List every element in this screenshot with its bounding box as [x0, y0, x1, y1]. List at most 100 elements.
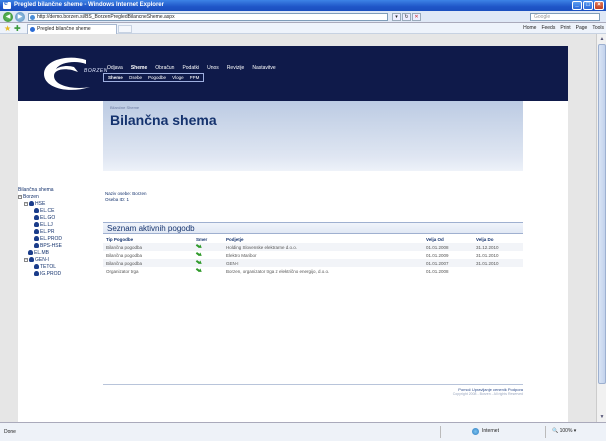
- tree-node[interactable]: EL.CE: [18, 208, 98, 215]
- tree-node[interactable]: − HSE: [18, 201, 98, 208]
- status-bar: Done Internet 🔍 100% ▾: [0, 422, 606, 441]
- submenu-vloge[interactable]: Vloge: [172, 75, 184, 80]
- table-header-row: Tip Pogodbe Smer Podjetje Velja Od Velja…: [103, 236, 523, 243]
- tree-node[interactable]: EL.GO: [18, 215, 98, 222]
- globe-icon: [472, 428, 479, 435]
- col-smer[interactable]: Smer: [193, 236, 223, 243]
- table-row[interactable]: Bilančna pogodba Elektro Maribor 01.01.2…: [103, 251, 523, 259]
- scroll-thumb[interactable]: [598, 44, 606, 384]
- browser-tab[interactable]: Pregled bilančne sheme: [27, 24, 117, 34]
- person-id: Oseba ID: 1: [105, 197, 130, 202]
- home-button[interactable]: Home: [523, 24, 536, 33]
- scroll-down-icon[interactable]: ▼: [598, 413, 606, 421]
- search-input[interactable]: Google: [530, 13, 600, 21]
- tree-node[interactable]: − Borzen: [18, 194, 98, 201]
- cell-podjetje: Borzen, organizator trga z električno en…: [226, 268, 330, 274]
- submenu-pogodbe[interactable]: Pogodbe: [148, 75, 166, 80]
- collapse-icon[interactable]: −: [18, 195, 22, 199]
- add-favorites-icon[interactable]: ✚: [14, 24, 21, 33]
- cell-od: 01.01.2007: [423, 259, 473, 267]
- address-text: http://demo.borzen.si/BS_BorzenPregledBi…: [37, 14, 175, 20]
- menu-revizije[interactable]: Revizije: [227, 65, 245, 71]
- bulb-icon: [34, 236, 39, 241]
- minimize-button[interactable]: _: [572, 1, 582, 10]
- vertical-scrollbar[interactable]: ▲ ▼: [596, 34, 606, 422]
- breadcrumb[interactable]: Bilančne Sheme: [110, 105, 139, 110]
- bulb-icon: [34, 243, 39, 248]
- cell-smer: [193, 251, 223, 259]
- menu-podatki[interactable]: Podatki: [182, 65, 199, 71]
- cell-od: 01.01.2008: [426, 268, 449, 274]
- cell-do: 31.12.2010: [473, 243, 523, 251]
- submenu-ppm[interactable]: PPM: [190, 75, 200, 80]
- close-button[interactable]: ×: [594, 1, 604, 10]
- tree-node[interactable]: EL.PR: [18, 229, 98, 236]
- cell-tip: Organizator trga: [106, 268, 139, 274]
- col-do[interactable]: Velja Do: [473, 236, 523, 243]
- submenu-osebe[interactable]: Osebe: [129, 75, 142, 80]
- bulb-icon: [34, 222, 39, 227]
- menu-obracun[interactable]: Obračun: [155, 65, 174, 71]
- tree-node[interactable]: EL.MB: [18, 250, 98, 257]
- menu-unos[interactable]: Unos: [207, 65, 219, 71]
- tree-node[interactable]: BPS-HSE: [18, 243, 98, 250]
- address-toolbar: ◀ ▶ http://demo.borzen.si/BS_BorzenPregl…: [0, 11, 606, 23]
- page-viewport: BORZEN Odjava Sheme Obračun Podatki Unos…: [0, 34, 596, 422]
- scroll-up-icon[interactable]: ▲: [598, 35, 606, 43]
- menu-nastavitve[interactable]: Nastavitve: [252, 65, 275, 71]
- favorites-star-icon[interactable]: ★: [4, 24, 11, 33]
- bulb-icon: [34, 208, 39, 213]
- table-row[interactable]: Bilančna pogodba GEN-I 01.01.2007 31.01.…: [103, 259, 523, 267]
- address-field[interactable]: http://demo.borzen.si/BS_BorzenPregledBi…: [28, 13, 388, 21]
- bulb-icon: [34, 271, 39, 276]
- page-icon: [30, 15, 35, 20]
- back-icon[interactable]: ◀: [3, 12, 13, 22]
- security-zone[interactable]: Internet: [470, 428, 499, 435]
- favorites-bar: ★ ✚ Pregled bilančne sheme Home Feeds Pr…: [0, 23, 606, 34]
- table-row[interactable]: Organizator trga Borzen, organizator trg…: [103, 267, 523, 275]
- cell-smer: [193, 243, 223, 251]
- window-title: Pregled bilančne sheme - Windows Interne…: [14, 2, 164, 8]
- bulb-icon: [34, 229, 39, 234]
- cell-tip: Bilančna pogodba: [103, 243, 193, 251]
- tree-node[interactable]: EL.LJ: [18, 222, 98, 229]
- refresh-icon[interactable]: ↻: [402, 13, 411, 21]
- status-text: Done: [4, 429, 16, 435]
- feeds-button[interactable]: Feeds: [541, 24, 555, 33]
- person-info: Naziv osebe: Borzen Oseba ID: 1: [105, 191, 147, 203]
- menu-odjava[interactable]: Odjava: [107, 65, 123, 71]
- tree-title: Bilančna shema: [18, 187, 54, 193]
- collapse-icon[interactable]: −: [24, 258, 28, 262]
- green-arrow-icon: [196, 244, 202, 249]
- zoom-level[interactable]: 🔍 100% ▾: [552, 428, 576, 434]
- contracts-title: Seznam aktivnih pogodb: [103, 222, 523, 234]
- stop-icon[interactable]: ✕: [412, 13, 421, 21]
- bulb-icon: [29, 201, 34, 206]
- cell-podjetje: Elektro Maribor: [226, 252, 257, 258]
- maximize-button[interactable]: □: [583, 1, 593, 10]
- page-menu-button[interactable]: Page: [576, 24, 588, 33]
- tree-node[interactable]: IG.PROD: [18, 271, 98, 278]
- col-podjetje[interactable]: Podjetje: [223, 236, 423, 243]
- bulb-icon: [29, 257, 34, 262]
- menu-sheme[interactable]: Sheme: [131, 65, 147, 71]
- tree-node[interactable]: − GEN-I: [18, 257, 98, 264]
- tree-node[interactable]: TETOL: [18, 264, 98, 271]
- new-tab-button[interactable]: [118, 25, 132, 33]
- tools-menu-button[interactable]: Tools: [592, 24, 604, 33]
- compat-icon[interactable]: ▾: [392, 13, 401, 21]
- table-row[interactable]: Bilančna pogodba Holding Slovenske elekt…: [103, 243, 523, 251]
- cell-do: [473, 267, 523, 275]
- submenu-sheme[interactable]: Sheme: [108, 75, 123, 80]
- print-button[interactable]: Print: [560, 24, 570, 33]
- tab-favicon: [30, 27, 35, 32]
- tree-node[interactable]: EL.PROD: [18, 236, 98, 243]
- forward-icon[interactable]: ▶: [15, 12, 25, 22]
- collapse-icon[interactable]: −: [24, 202, 28, 206]
- cell-tip: Bilančna pogodba: [103, 259, 193, 267]
- borzen-logo-icon[interactable]: [38, 54, 106, 94]
- cell-od: 01.01.2008: [423, 243, 473, 251]
- contracts-table: Tip Pogodbe Smer Podjetje Velja Od Velja…: [103, 236, 523, 275]
- col-tip[interactable]: Tip Pogodbe: [103, 236, 193, 243]
- col-od[interactable]: Velja Od: [423, 236, 473, 243]
